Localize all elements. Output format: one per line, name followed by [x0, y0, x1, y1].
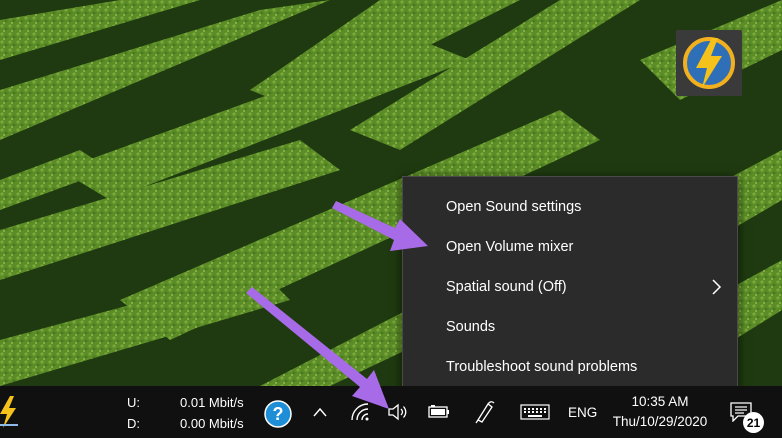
battery-icon[interactable]	[428, 405, 450, 419]
app-tile-icon[interactable]	[676, 30, 742, 96]
clock-date: Thu/10/29/2020	[612, 414, 708, 429]
net-upload-label: U:	[127, 395, 140, 410]
menu-item-label: Troubleshoot sound problems	[446, 359, 638, 375]
clock[interactable]: 10:35 AM Thu/10/29/2020	[610, 394, 710, 429]
menu-item-troubleshoot-sound[interactable]: Troubleshoot sound problems	[403, 347, 737, 387]
clock-time: 10:35 AM	[631, 394, 689, 409]
menu-item-open-sound-settings[interactable]: Open Sound settings	[403, 187, 737, 227]
menu-item-label: Spatial sound (Off)	[446, 279, 567, 295]
help-icon[interactable]: ?	[264, 400, 292, 428]
wifi-icon[interactable]	[350, 402, 370, 422]
taskbar: U: D: 0.01 Mbit/s 0.00 Mbit/s ? ENG 10:3…	[0, 386, 782, 438]
menu-item-sounds[interactable]: Sounds	[403, 307, 737, 347]
notification-count-badge: 21	[743, 412, 764, 433]
net-download-label: D:	[127, 416, 140, 431]
pinned-app-icon[interactable]	[0, 396, 18, 428]
net-upload-value: 0.01 Mbit/s	[180, 395, 244, 410]
chevron-up-icon[interactable]	[312, 406, 328, 418]
menu-item-open-volume-mixer[interactable]: Open Volume mixer	[403, 227, 737, 267]
language-indicator[interactable]: ENG	[568, 405, 597, 420]
keyboard-icon[interactable]	[520, 404, 550, 420]
pen-icon[interactable]	[474, 400, 496, 424]
volume-context-menu: Open Sound settings Open Volume mixer Sp…	[402, 176, 738, 397]
menu-item-label: Open Sound settings	[446, 199, 582, 215]
menu-item-label: Open Volume mixer	[446, 239, 574, 255]
speaker-icon[interactable]	[388, 403, 410, 421]
menu-item-label: Sounds	[446, 319, 496, 335]
menu-item-spatial-sound[interactable]: Spatial sound (Off)	[403, 267, 737, 307]
chevron-right-icon	[712, 279, 722, 295]
net-download-value: 0.00 Mbit/s	[180, 416, 244, 431]
svg-text:?: ?	[273, 404, 284, 424]
